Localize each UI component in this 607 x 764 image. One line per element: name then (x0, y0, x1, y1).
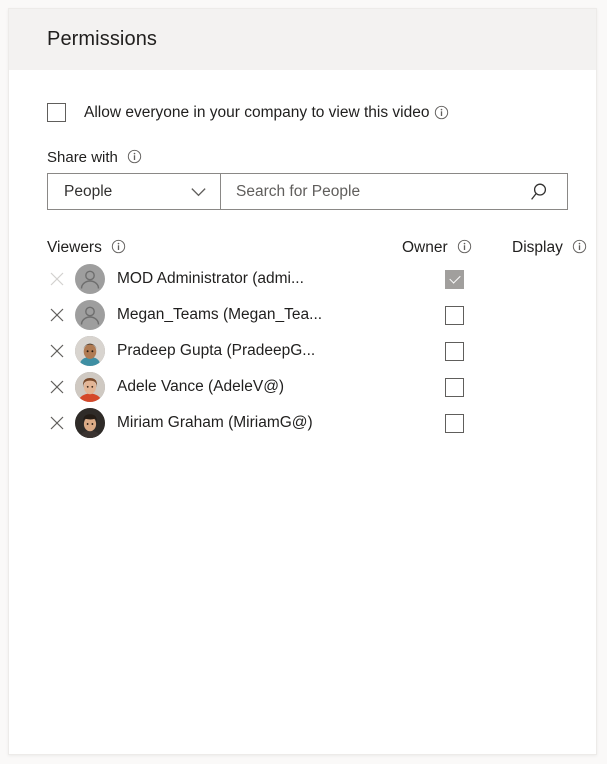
page-title: Permissions (47, 28, 158, 50)
permissions-table: Viewers Owner Display MOD Administrator … (47, 235, 587, 441)
search-icon[interactable] (528, 181, 550, 203)
viewer-name: Megan_Teams (Megan_Tea... (117, 306, 323, 323)
table-row: Miriam Graham (MiriamG@) (47, 405, 568, 441)
owner-cell (402, 269, 512, 289)
share-controls: People (47, 173, 568, 210)
share-with-dropdown[interactable]: People (47, 173, 221, 210)
avatar (75, 300, 105, 330)
allow-everyone-checkbox[interactable] (47, 103, 66, 122)
column-header-display-label: Display (512, 239, 563, 256)
table-header-row: Viewers Owner Display (47, 235, 587, 261)
info-icon[interactable] (111, 239, 126, 254)
owner-cell (402, 341, 512, 361)
close-icon[interactable] (47, 413, 67, 433)
close-icon[interactable] (47, 377, 67, 397)
info-icon[interactable] (457, 239, 472, 254)
owner-cell (402, 377, 512, 397)
viewer-name: MOD Administrator (admi... (117, 270, 304, 287)
search-input[interactable] (236, 182, 496, 201)
owner-checkbox[interactable] (445, 341, 464, 361)
owner-cell (402, 413, 512, 433)
column-header-owner-label: Owner (402, 239, 448, 256)
share-with-text: Share with (47, 149, 118, 166)
close-icon[interactable] (47, 305, 67, 325)
avatar (75, 372, 105, 402)
table-row: Megan_Teams (Megan_Tea... (47, 297, 568, 333)
viewer-cell: Megan_Teams (Megan_Tea... (47, 300, 402, 330)
avatar (75, 264, 105, 294)
table-row: MOD Administrator (admi... (47, 261, 568, 297)
table-row: Pradeep Gupta (PradeepG... (47, 333, 568, 369)
column-header-viewers: Viewers (47, 239, 402, 257)
column-header-display: Display (512, 239, 587, 257)
viewer-cell: Miriam Graham (MiriamG@) (47, 408, 402, 438)
info-icon[interactable] (572, 239, 587, 254)
column-header-viewers-label: Viewers (47, 239, 102, 256)
share-with-dropdown-value: People (64, 182, 113, 200)
close-icon[interactable] (47, 341, 67, 361)
owner-cell (402, 305, 512, 325)
table-row: Adele Vance (AdeleV@) (47, 369, 568, 405)
owner-checkbox (445, 269, 464, 289)
viewer-name: Adele Vance (AdeleV@) (117, 378, 285, 395)
viewer-name: Miriam Graham (MiriamG@) (117, 414, 313, 431)
avatar (75, 408, 105, 438)
info-icon[interactable] (127, 149, 142, 164)
owner-checkbox[interactable] (445, 413, 464, 433)
avatar (75, 336, 105, 366)
allow-everyone-label: Allow everyone in your company to view t… (84, 103, 430, 121)
search-people-box (221, 173, 568, 210)
chevron-down-icon (189, 182, 208, 201)
panel-body: Allow everyone in your company to view t… (9, 103, 596, 441)
permissions-panel: Permissions Allow everyone in your compa… (8, 8, 597, 755)
owner-checkbox[interactable] (445, 305, 464, 325)
info-icon[interactable] (434, 105, 449, 120)
viewer-cell: Adele Vance (AdeleV@) (47, 372, 402, 402)
owner-checkbox[interactable] (445, 377, 464, 397)
share-with-label: Share with (47, 149, 558, 166)
viewer-cell: MOD Administrator (admi... (47, 264, 402, 294)
column-header-owner: Owner (402, 239, 512, 257)
panel-header: Permissions (9, 9, 596, 70)
viewer-cell: Pradeep Gupta (PradeepG... (47, 336, 402, 366)
allow-everyone-row: Allow everyone in your company to view t… (47, 103, 558, 122)
viewer-name: Pradeep Gupta (PradeepG... (117, 342, 316, 359)
close-icon[interactable] (47, 269, 67, 289)
